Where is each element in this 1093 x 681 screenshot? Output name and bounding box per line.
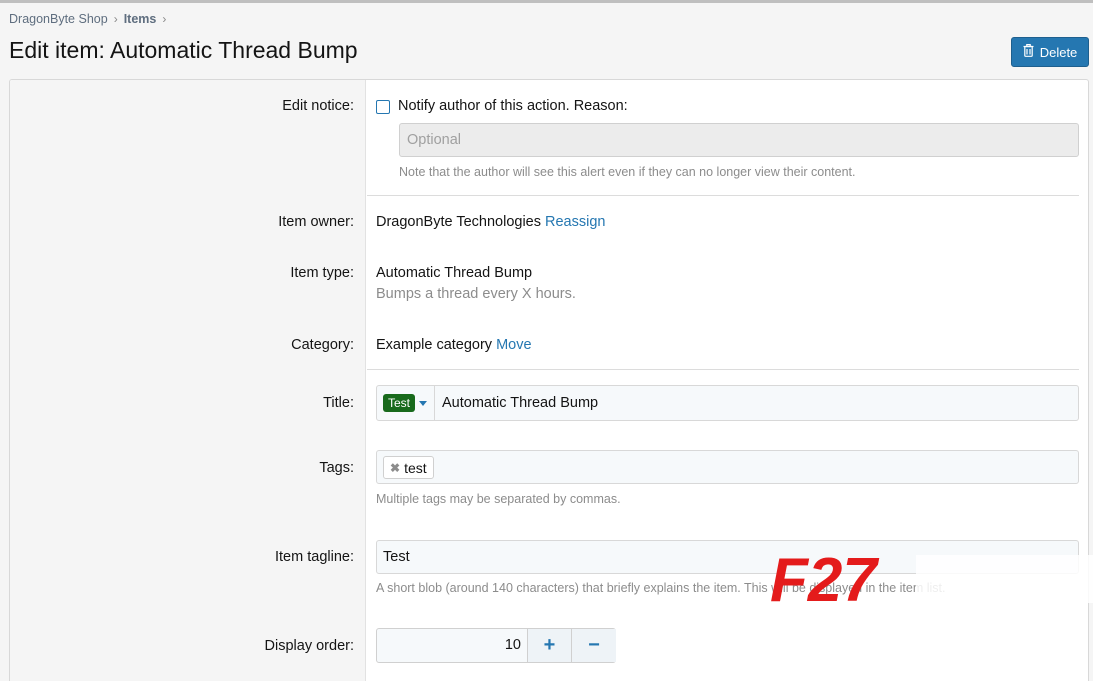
tag-chip: ✖ test — [383, 456, 434, 479]
breadcrumb-separator: › — [113, 12, 118, 26]
tag-label: test — [404, 459, 427, 476]
prefix-badge: Test — [383, 394, 416, 412]
item-owner-row: DragonByte Technologies Reassign — [376, 214, 605, 230]
breadcrumb-items[interactable]: Items — [124, 12, 157, 26]
display-order-stepper: 10 + − — [376, 628, 616, 663]
tags-hint: Multiple tags may be separated by commas… — [376, 492, 621, 506]
trash-icon — [1023, 44, 1034, 60]
display-order-input[interactable]: 10 — [377, 629, 528, 662]
category-value: Example category — [376, 337, 493, 353]
item-owner-value: DragonByte Technologies — [376, 214, 541, 230]
caret-down-icon — [419, 400, 428, 406]
breadcrumb-separator: › — [162, 12, 167, 26]
item-type-label: Item type: — [290, 265, 354, 281]
delete-label: Delete — [1039, 44, 1078, 60]
category-label: Category: — [291, 337, 354, 353]
item-owner-label: Item owner: — [278, 214, 354, 230]
title-value: Automatic Thread Bump — [442, 395, 599, 411]
reason-input[interactable]: Optional — [399, 123, 1079, 157]
reassign-link[interactable]: Reassign — [545, 214, 605, 230]
prefix-selector[interactable]: Test — [377, 386, 435, 420]
page-title: Edit item: Automatic Thread Bump — [9, 37, 358, 63]
tagline-hint: A short blob (around 140 characters) tha… — [376, 581, 946, 595]
move-link[interactable]: Move — [496, 337, 531, 353]
delete-button[interactable]: Delete — [1011, 37, 1089, 67]
edit-form: Edit notice: Notify author of this actio… — [9, 79, 1089, 681]
edit-notice-hint: Note that the author will see this alert… — [399, 165, 856, 179]
item-type-description: Bumps a thread every X hours. — [376, 286, 576, 302]
display-order-label: Display order: — [264, 638, 354, 654]
tagline-label: Item tagline: — [275, 549, 354, 565]
divider — [367, 195, 1079, 196]
title-label: Title: — [323, 395, 354, 411]
tagline-input[interactable]: Test — [376, 540, 1079, 574]
remove-tag-icon[interactable]: ✖ — [390, 461, 400, 475]
increment-button[interactable]: + — [528, 629, 572, 662]
divider — [367, 369, 1079, 370]
notify-author-label[interactable]: Notify author of this action. Reason: — [398, 98, 628, 114]
breadcrumb-shop[interactable]: DragonByte Shop — [9, 12, 108, 26]
tags-input[interactable]: ✖ test — [376, 450, 1079, 484]
tags-label: Tags: — [319, 460, 354, 476]
item-type-value: Automatic Thread Bump — [376, 265, 533, 281]
label-column — [10, 80, 366, 681]
title-field[interactable]: Test Automatic Thread Bump — [376, 385, 1079, 421]
edit-notice-label: Edit notice: — [282, 98, 354, 114]
decrement-button[interactable]: − — [572, 629, 616, 662]
notify-author-checkbox[interactable] — [376, 100, 390, 114]
breadcrumb: DragonByte Shop › Items › — [9, 12, 172, 26]
category-row: Example category Move — [376, 337, 532, 353]
